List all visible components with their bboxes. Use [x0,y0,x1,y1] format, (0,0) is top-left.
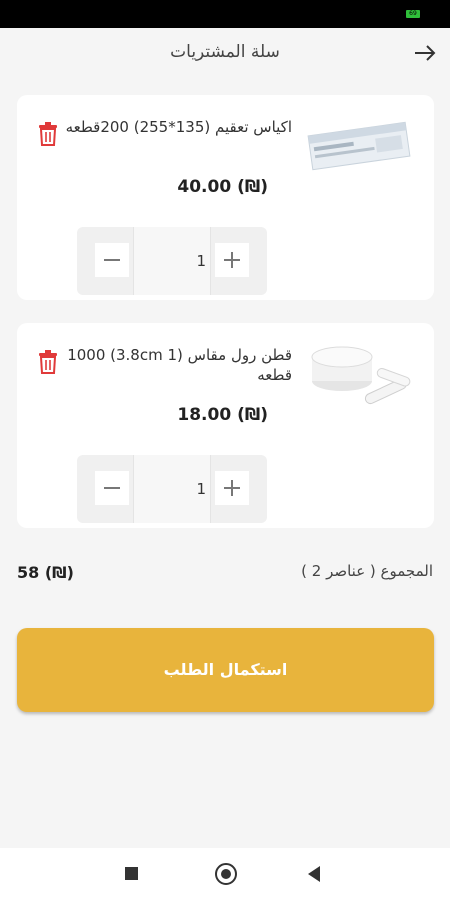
cotton-roll-image [311,346,411,405]
system-nav-bar [0,848,450,900]
decrease-button[interactable] [95,243,129,277]
decrease-button[interactable] [95,471,129,505]
quantity-value: 1 [196,480,206,498]
cart-item: قطن رول مقاس (1 3.8cm) 1000 قطعه 18.00 (… [17,323,434,528]
minus-icon [104,259,120,261]
product-price: 40.00 (₪) [177,177,268,197]
sterilization-pouches-image [307,121,411,171]
recent-apps-icon[interactable] [125,867,138,880]
product-name: قطن رول مقاس (1 3.8cm) 1000 قطعه [67,346,292,384]
trash-icon[interactable] [37,349,59,375]
arrow-right-icon[interactable] [412,40,438,66]
page-title: سلة المشتريات [170,42,280,62]
plus-icon [224,480,240,496]
total-value: 58 (₪) [17,563,74,582]
checkout-button[interactable]: استكمال الطلب [17,628,434,712]
quantity-field[interactable]: 1 [133,455,211,523]
total-label: المجموع ( عناصر 2 ) [301,562,433,580]
back-icon[interactable] [308,866,320,882]
quantity-stepper: 1 [77,227,267,295]
cart-item: اكياس تعقيم (135*255) 200قطعه 40.00 (₪) … [17,95,434,300]
battery-icon: 69 [406,10,420,18]
home-icon[interactable] [215,863,237,885]
home-icon-dot [221,869,231,879]
product-price: 18.00 (₪) [177,405,268,425]
product-name: اكياس تعقيم (135*255) 200قطعه [65,118,292,136]
quantity-stepper: 1 [77,455,267,523]
quantity-field[interactable]: 1 [133,227,211,295]
minus-icon [104,487,120,489]
quantity-value: 1 [196,252,206,270]
plus-icon [224,252,240,268]
trash-icon[interactable] [37,121,59,147]
increase-button[interactable] [215,243,249,277]
increase-button[interactable] [215,471,249,505]
app-bar: سلة المشتريات [0,28,450,80]
status-bar: 69 [0,0,450,28]
